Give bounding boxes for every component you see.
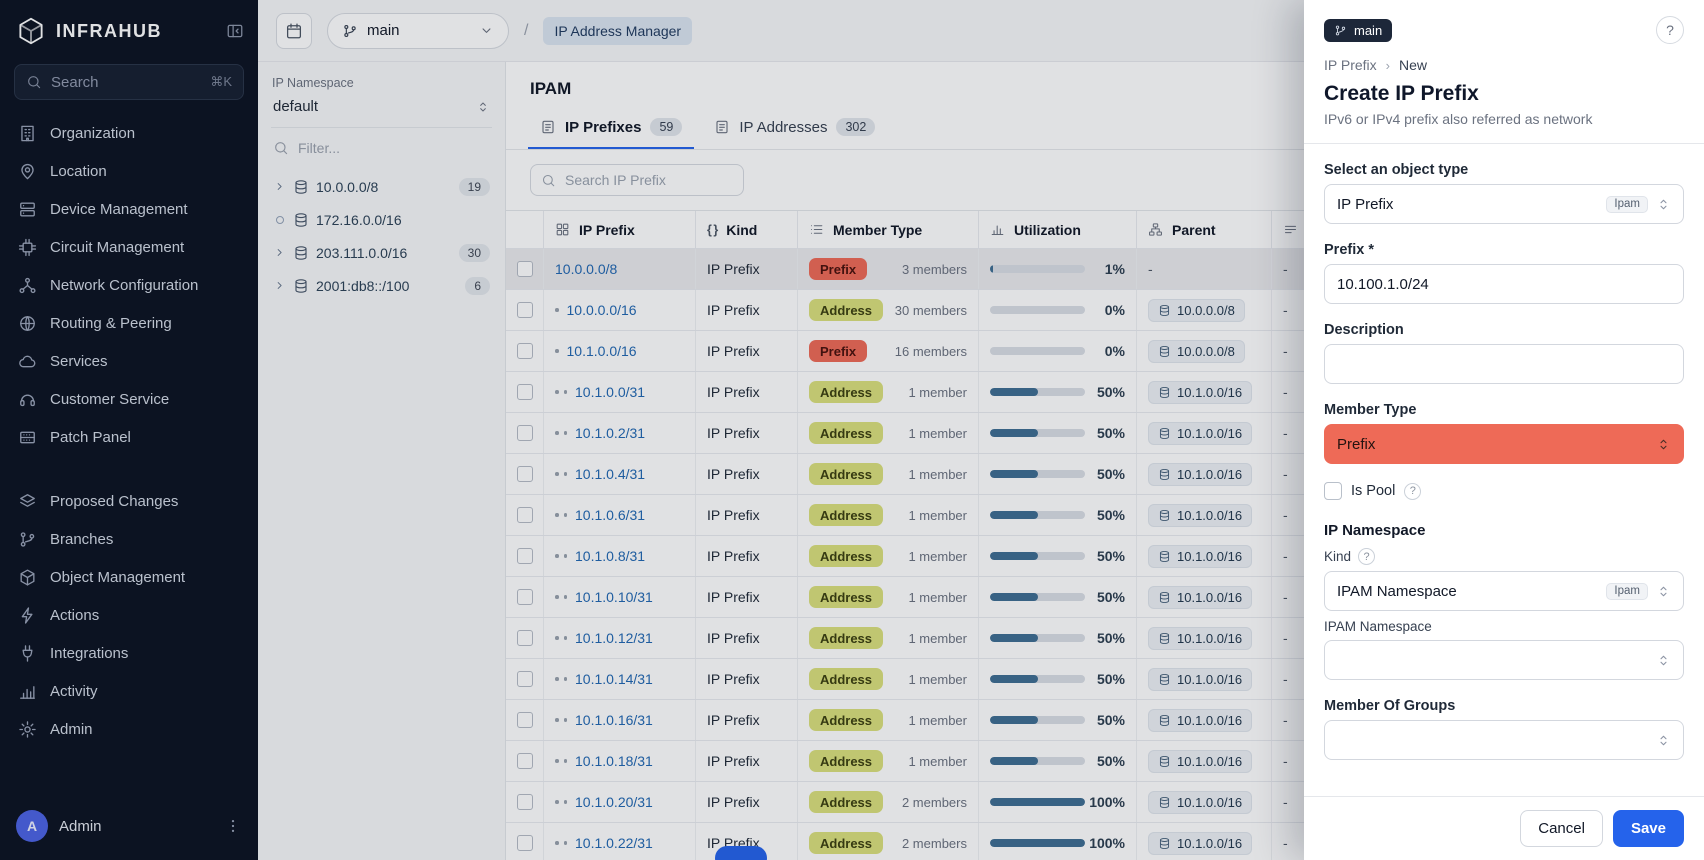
- prefix-field-input[interactable]: [1324, 264, 1684, 304]
- create-ip-prefix-drawer: main ? IP Prefix › New Create IP Prefix …: [1304, 0, 1704, 860]
- object-type-badge: Ipam: [1606, 196, 1648, 213]
- save-button[interactable]: Save: [1613, 810, 1684, 847]
- branch-badge-label: main: [1354, 23, 1382, 38]
- updown-icon: [1656, 437, 1671, 452]
- object-type-select[interactable]: IP Prefix Ipam: [1324, 184, 1684, 224]
- chevrons-updown-icon: [1656, 653, 1671, 668]
- help-button[interactable]: ?: [1656, 16, 1684, 44]
- is-pool-help-icon[interactable]: ?: [1404, 483, 1421, 500]
- member-type-value: Prefix: [1337, 436, 1648, 453]
- is-pool-checkbox[interactable]: [1324, 482, 1342, 500]
- cancel-button[interactable]: Cancel: [1520, 810, 1603, 847]
- ip-namespace-section-label: IP Namespace: [1324, 522, 1684, 539]
- member-type-select[interactable]: Prefix: [1324, 424, 1684, 464]
- object-type-label: Select an object type: [1324, 162, 1684, 178]
- chevrons-updown-icon: [1656, 437, 1671, 452]
- drawer-breadcrumb: IP Prefix › New: [1324, 57, 1684, 73]
- updown-icon: [1656, 653, 1671, 668]
- kind-badge: Ipam: [1606, 583, 1648, 600]
- chevrons-updown-icon: [1656, 584, 1671, 599]
- member-of-groups-select[interactable]: [1324, 720, 1684, 760]
- branch-icon: [1334, 24, 1347, 37]
- drawer-subtitle: IPv6 or IPv4 prefix also referred as net…: [1324, 111, 1684, 143]
- branch-icon: [1334, 24, 1347, 37]
- description-field-input[interactable]: [1324, 344, 1684, 384]
- breadcrumb-separator: ›: [1386, 58, 1390, 73]
- updown-icon: [1656, 733, 1671, 748]
- kind-help-icon[interactable]: ?: [1358, 548, 1375, 565]
- drawer-header: main ? IP Prefix › New Create IP Prefix …: [1304, 0, 1704, 144]
- ipam-namespace-label: IPAM Namespace: [1324, 619, 1684, 634]
- is-pool-label: Is Pool: [1351, 483, 1395, 499]
- breadcrumb-parent[interactable]: IP Prefix: [1324, 57, 1377, 73]
- drawer-form: Select an object type IP Prefix Ipam Pre…: [1304, 144, 1704, 796]
- kind-select[interactable]: IPAM Namespace Ipam: [1324, 571, 1684, 611]
- prefix-field-label: Prefix *: [1324, 242, 1684, 258]
- description-field-label: Description: [1324, 322, 1684, 338]
- member-of-groups-label: Member Of Groups: [1324, 698, 1684, 714]
- member-type-label: Member Type: [1324, 402, 1684, 418]
- kind-label: Kind: [1324, 549, 1351, 564]
- drawer-footer: Cancel Save: [1304, 796, 1704, 860]
- object-type-value: IP Prefix: [1337, 196, 1598, 213]
- breadcrumb-current: New: [1399, 57, 1427, 73]
- updown-icon: [1656, 584, 1671, 599]
- drawer-title: Create IP Prefix: [1324, 82, 1684, 106]
- chevrons-updown-icon: [1656, 733, 1671, 748]
- infrahub-app: INFRAHUB Search ⌘K OrganizationLocationD…: [0, 0, 1704, 860]
- updown-icon: [1656, 197, 1671, 212]
- kind-value: IPAM Namespace: [1337, 583, 1598, 600]
- ipam-namespace-select[interactable]: [1324, 640, 1684, 680]
- chevrons-updown-icon: [1656, 197, 1671, 212]
- branch-badge: main: [1324, 19, 1392, 42]
